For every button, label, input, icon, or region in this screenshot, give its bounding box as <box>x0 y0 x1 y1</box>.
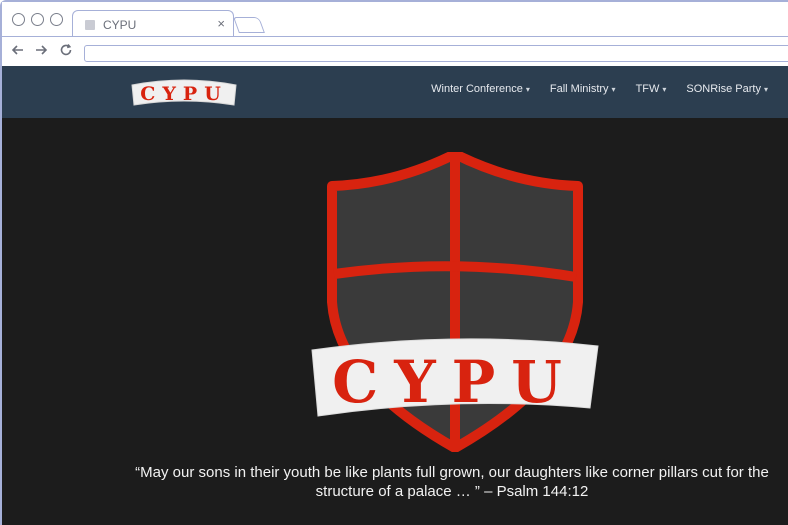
page-viewport: CYPU Winter Conference ▾ Fall Ministry ▾… <box>0 66 788 525</box>
window-controls <box>12 13 63 26</box>
tab-bar: CYPU × <box>2 2 788 37</box>
nav-label: TFW <box>635 83 660 95</box>
maximize-window-button[interactable] <box>50 13 63 26</box>
nav-label: SONRise Party <box>686 83 761 95</box>
chevron-down-icon: ▾ <box>763 84 768 94</box>
tab-title: CYPU <box>103 18 137 32</box>
cypu-shield-logo: CYPU <box>311 152 599 452</box>
main-menu: Winter Conference ▾ Fall Ministry ▾ TFW … <box>431 83 768 95</box>
reload-button[interactable] <box>59 43 73 61</box>
chevron-down-icon: ▾ <box>611 84 616 94</box>
close-window-button[interactable] <box>12 13 25 26</box>
new-tab-button[interactable] <box>233 17 265 33</box>
hero-quote: “May our sons in their youth be like pla… <box>135 464 769 500</box>
site-navbar: CYPU Winter Conference ▾ Fall Ministry ▾… <box>2 66 788 118</box>
nav-fall-ministry[interactable]: Fall Ministry ▾ <box>550 83 616 95</box>
favicon-icon <box>85 20 95 30</box>
back-button[interactable] <box>11 43 25 61</box>
reload-icon <box>60 43 72 56</box>
address-bar-row <box>2 36 788 68</box>
tab-close-icon[interactable]: × <box>217 17 225 30</box>
minimize-window-button[interactable] <box>31 13 44 26</box>
chevron-down-icon: ▾ <box>662 84 667 94</box>
arrow-right-icon <box>36 45 48 55</box>
hero-section: CYPU “May our sons in their youth be lik… <box>2 118 788 525</box>
arrow-left-icon <box>11 45 23 55</box>
chevron-down-icon: ▾ <box>525 84 530 94</box>
nav-tfw[interactable]: TFW ▾ <box>636 83 667 95</box>
browser-window: CYPU × <box>0 0 788 68</box>
url-input[interactable] <box>84 45 788 62</box>
brand-logo[interactable]: CYPU <box>130 77 238 109</box>
brand-text: CYPU <box>140 83 228 105</box>
hero-logo-text: CYPU <box>332 348 578 416</box>
brand-banner-icon: CYPU <box>131 79 237 106</box>
nav-label: Winter Conference <box>431 83 523 95</box>
forward-button[interactable] <box>34 43 48 61</box>
nav-sonrise-party[interactable]: SONRise Party ▾ <box>686 83 768 95</box>
nav-label: Fall Ministry <box>549 83 609 95</box>
browser-tab[interactable]: CYPU × <box>72 10 234 37</box>
nav-winter-conference[interactable]: Winter Conference ▾ <box>431 83 530 95</box>
